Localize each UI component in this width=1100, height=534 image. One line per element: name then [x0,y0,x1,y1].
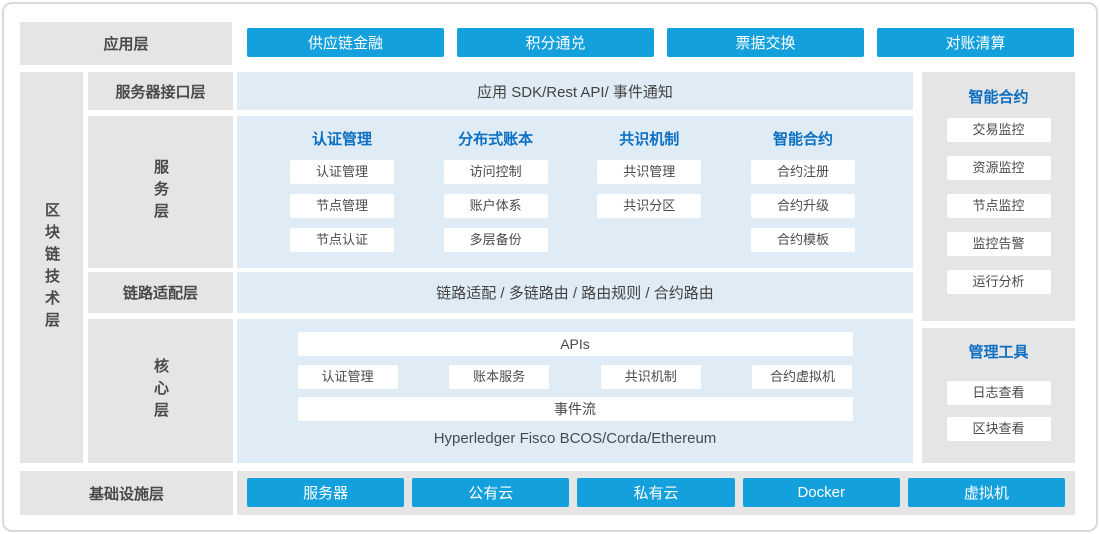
core-node-auth: 认证管理 [298,365,398,389]
monitor-panel-title: 智能合约 [922,87,1075,108]
tools-panel-title: 管理工具 [922,342,1075,363]
core-layer-label-text: 核心层 [150,358,171,424]
monitor-node-node: 节点监控 [947,194,1051,218]
sdk-api-bar: 应用 SDK/Rest API/ 事件通知 [237,72,913,110]
core-node-ledger-service: 账本服务 [449,365,549,389]
service-col-consensus-title: 共识机制 [619,130,679,150]
service-node: 节点管理 [290,194,394,218]
service-col-ledger-title: 分布式账本 [458,130,533,150]
infra-node-vm: 虚拟机 [908,478,1065,507]
service-layer-label: 服务层 [88,116,233,268]
monitor-panel: 智能合约 交易监控 资源监控 节点监控 监控告警 运行分析 [922,72,1075,321]
service-node: 节点认证 [290,228,394,252]
tool-node-block-view: 区块查看 [947,417,1051,441]
app-node-points-exchange: 积分通兑 [457,28,654,57]
service-node: 合约模板 [751,228,855,252]
core-apis-bar: APIs [298,332,853,356]
core-layer-label: 核心层 [88,319,233,463]
monitor-node-resource: 资源监控 [947,156,1051,180]
monitor-node-transaction: 交易监控 [947,118,1051,142]
service-col-auth-title: 认证管理 [312,130,372,150]
service-node: 合约升级 [751,194,855,218]
core-event-stream-bar: 事件流 [298,397,853,421]
app-node-reconciliation: 对账清算 [877,28,1074,57]
infra-layer-label: 基础设施层 [20,471,233,515]
service-node: 共识管理 [597,160,701,184]
core-layer-panel: APIs 认证管理 账本服务 共识机制 合约虚拟机 事件流 Hyperledge… [237,319,913,463]
core-items-row: 认证管理 账本服务 共识机制 合约虚拟机 [298,365,853,389]
core-layer-content: APIs 认证管理 账本服务 共识机制 合约虚拟机 事件流 Hyperledge… [298,332,853,447]
service-col-consensus: 共识机制 共识管理 共识分区 [597,130,701,268]
tool-node-log-view: 日志查看 [947,381,1051,405]
service-node: 共识分区 [597,194,701,218]
tech-layer-label: 区块链技术层 [20,72,83,463]
core-node-contract-vm: 合约虚拟机 [752,365,852,389]
infra-node-docker: Docker [743,478,900,507]
service-node: 访问控制 [444,160,548,184]
core-platforms-text: Hyperledger Fisco BCOS/Corda/Ethereum [298,430,853,447]
app-node-bill-exchange: 票据交换 [667,28,864,57]
diagram-frame: 应用层 供应链金融 积分通兑 票据交换 对账清算 区块链技术层 服务器接口层 服… [2,2,1098,532]
monitor-node-analysis: 运行分析 [947,270,1051,294]
app-node-supply-chain-finance: 供应链金融 [247,28,444,57]
interface-layer-label: 服务器接口层 [88,72,233,110]
service-col-contract: 智能合约 合约注册 合约升级 合约模板 [751,130,855,268]
infra-node-server: 服务器 [247,478,404,507]
infra-node-public-cloud: 公有云 [412,478,569,507]
tools-panel: 管理工具 日志查看 区块查看 [922,328,1075,463]
app-layer-buttons: 供应链金融 积分通兑 票据交换 对账清算 [247,28,1074,57]
service-node: 多层备份 [444,228,548,252]
service-node: 认证管理 [290,160,394,184]
service-col-auth: 认证管理 认证管理 节点管理 节点认证 [290,130,394,268]
monitor-node-alert: 监控告警 [947,232,1051,256]
service-node: 账户体系 [444,194,548,218]
infra-layer-strip: 服务器 公有云 私有云 Docker 虚拟机 [237,471,1075,515]
link-adaptation-bar: 链路适配 / 多链路由 / 路由规则 / 合约路由 [237,272,913,313]
link-layer-label: 链路适配层 [88,272,233,313]
service-layer-panel: 认证管理 认证管理 节点管理 节点认证 分布式账本 访问控制 账户体系 多层备份… [237,116,913,268]
tech-layer-label-text: 区块链技术层 [41,202,62,334]
service-layer-label-text: 服务层 [150,159,171,225]
service-node: 合约注册 [751,160,855,184]
infra-node-private-cloud: 私有云 [577,478,734,507]
service-col-ledger: 分布式账本 访问控制 账户体系 多层备份 [444,130,548,268]
service-col-contract-title: 智能合约 [773,130,833,150]
core-node-consensus: 共识机制 [601,365,701,389]
app-layer-label: 应用层 [20,22,232,65]
